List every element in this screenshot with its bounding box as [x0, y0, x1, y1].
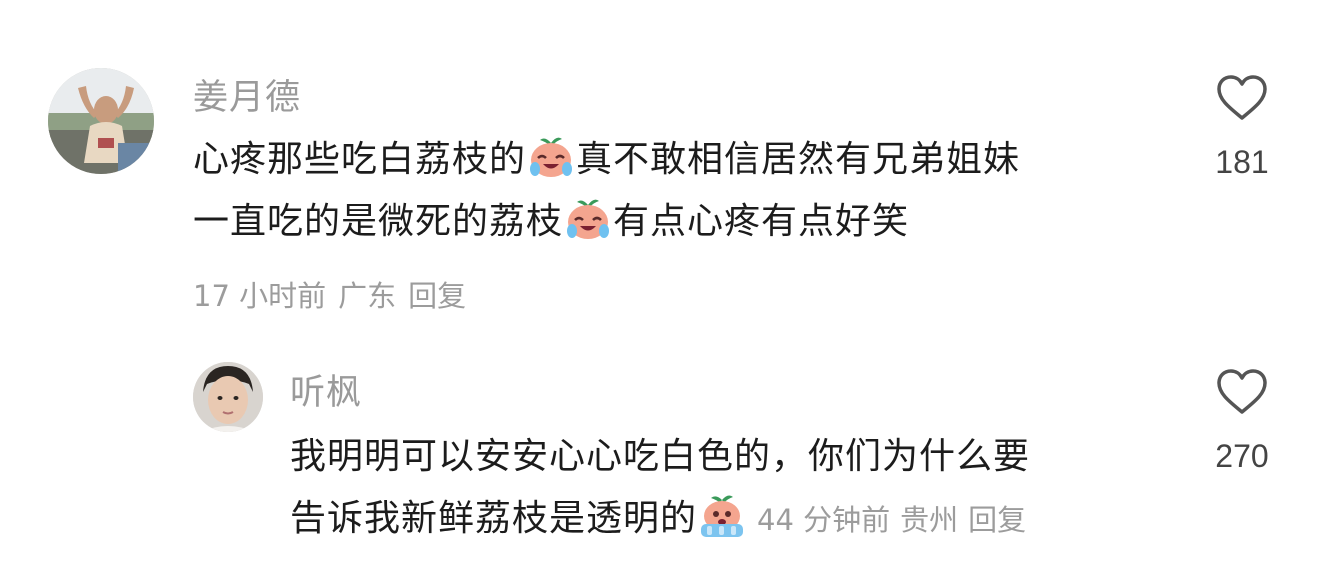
comment-time: 17 小时前: [193, 279, 327, 313]
comment-meta: 44 分钟前 贵州 回复: [747, 503, 1026, 537]
heart-icon: [1217, 369, 1267, 414]
crying-lychee-emoji: [530, 137, 573, 177]
comment-meta: 17 小时前 广东 回复: [193, 278, 478, 314]
like-count: 270: [1215, 438, 1269, 474]
comment-text-segment: 告诉我新鲜荔枝是透明的: [290, 498, 698, 539]
reply-button[interactable]: 回复: [968, 503, 1026, 537]
comment-username[interactable]: 听枫: [290, 373, 362, 413]
comment-text-segment: 一直吃的是微死的荔枝: [193, 201, 564, 242]
avatar-photo: [193, 362, 263, 432]
comment-time: 44 分钟前: [757, 503, 891, 537]
comment-item: 姜月德 心疼那些吃白荔枝的 真不敢相信居然有兄弟姐妹 一直吃的是微死的荔枝 有点…: [0, 0, 1320, 340]
avatar[interactable]: [48, 68, 154, 174]
comment-text: 心疼那些吃白荔枝的 真不敢相信居然有兄弟姐妹 一直吃的是微死的荔枝 有点心疼有点…: [193, 129, 1173, 253]
comment-location: 贵州: [900, 503, 959, 537]
like-button[interactable]: 181: [1192, 74, 1292, 181]
like-count: 181: [1215, 144, 1269, 180]
heart-icon: [1217, 75, 1267, 120]
comment-text: 我明明可以安安心心吃白色的，你们为什么要 告诉我新鲜荔枝是透明的 44 分钟前贵…: [290, 426, 1170, 551]
comment-location: 广东: [338, 279, 397, 313]
comment-text-line: 告诉我新鲜荔枝是透明的 44 分钟前 贵州 回复: [290, 488, 1170, 551]
reply-button[interactable]: 回复: [408, 279, 466, 313]
avatar-photo: [48, 68, 154, 174]
comment-text-segment: 心疼那些吃白荔枝的: [193, 139, 527, 180]
comment-username[interactable]: 姜月德: [193, 78, 301, 118]
comment-text-segment: 真不敢相信居然有兄弟姐妹: [576, 139, 1021, 180]
comment-text-line: 心疼那些吃白荔枝的 真不敢相信居然有兄弟姐妹: [193, 129, 1173, 191]
reply-comment-item: 听枫 我明明可以安安心心吃白色的，你们为什么要 告诉我新鲜荔枝是透明的 44 分…: [0, 340, 1320, 580]
scared-lychee-emoji: [701, 495, 744, 537]
crying-lychee-emoji: [567, 199, 610, 239]
like-button[interactable]: 270: [1192, 368, 1292, 475]
comment-text-line: 一直吃的是微死的荔枝 有点心疼有点好笑: [193, 191, 1173, 253]
comment-text-segment: 有点心疼有点好笑: [613, 201, 910, 242]
avatar[interactable]: [193, 362, 263, 432]
comment-text-line: 我明明可以安安心心吃白色的，你们为什么要: [290, 436, 1031, 477]
